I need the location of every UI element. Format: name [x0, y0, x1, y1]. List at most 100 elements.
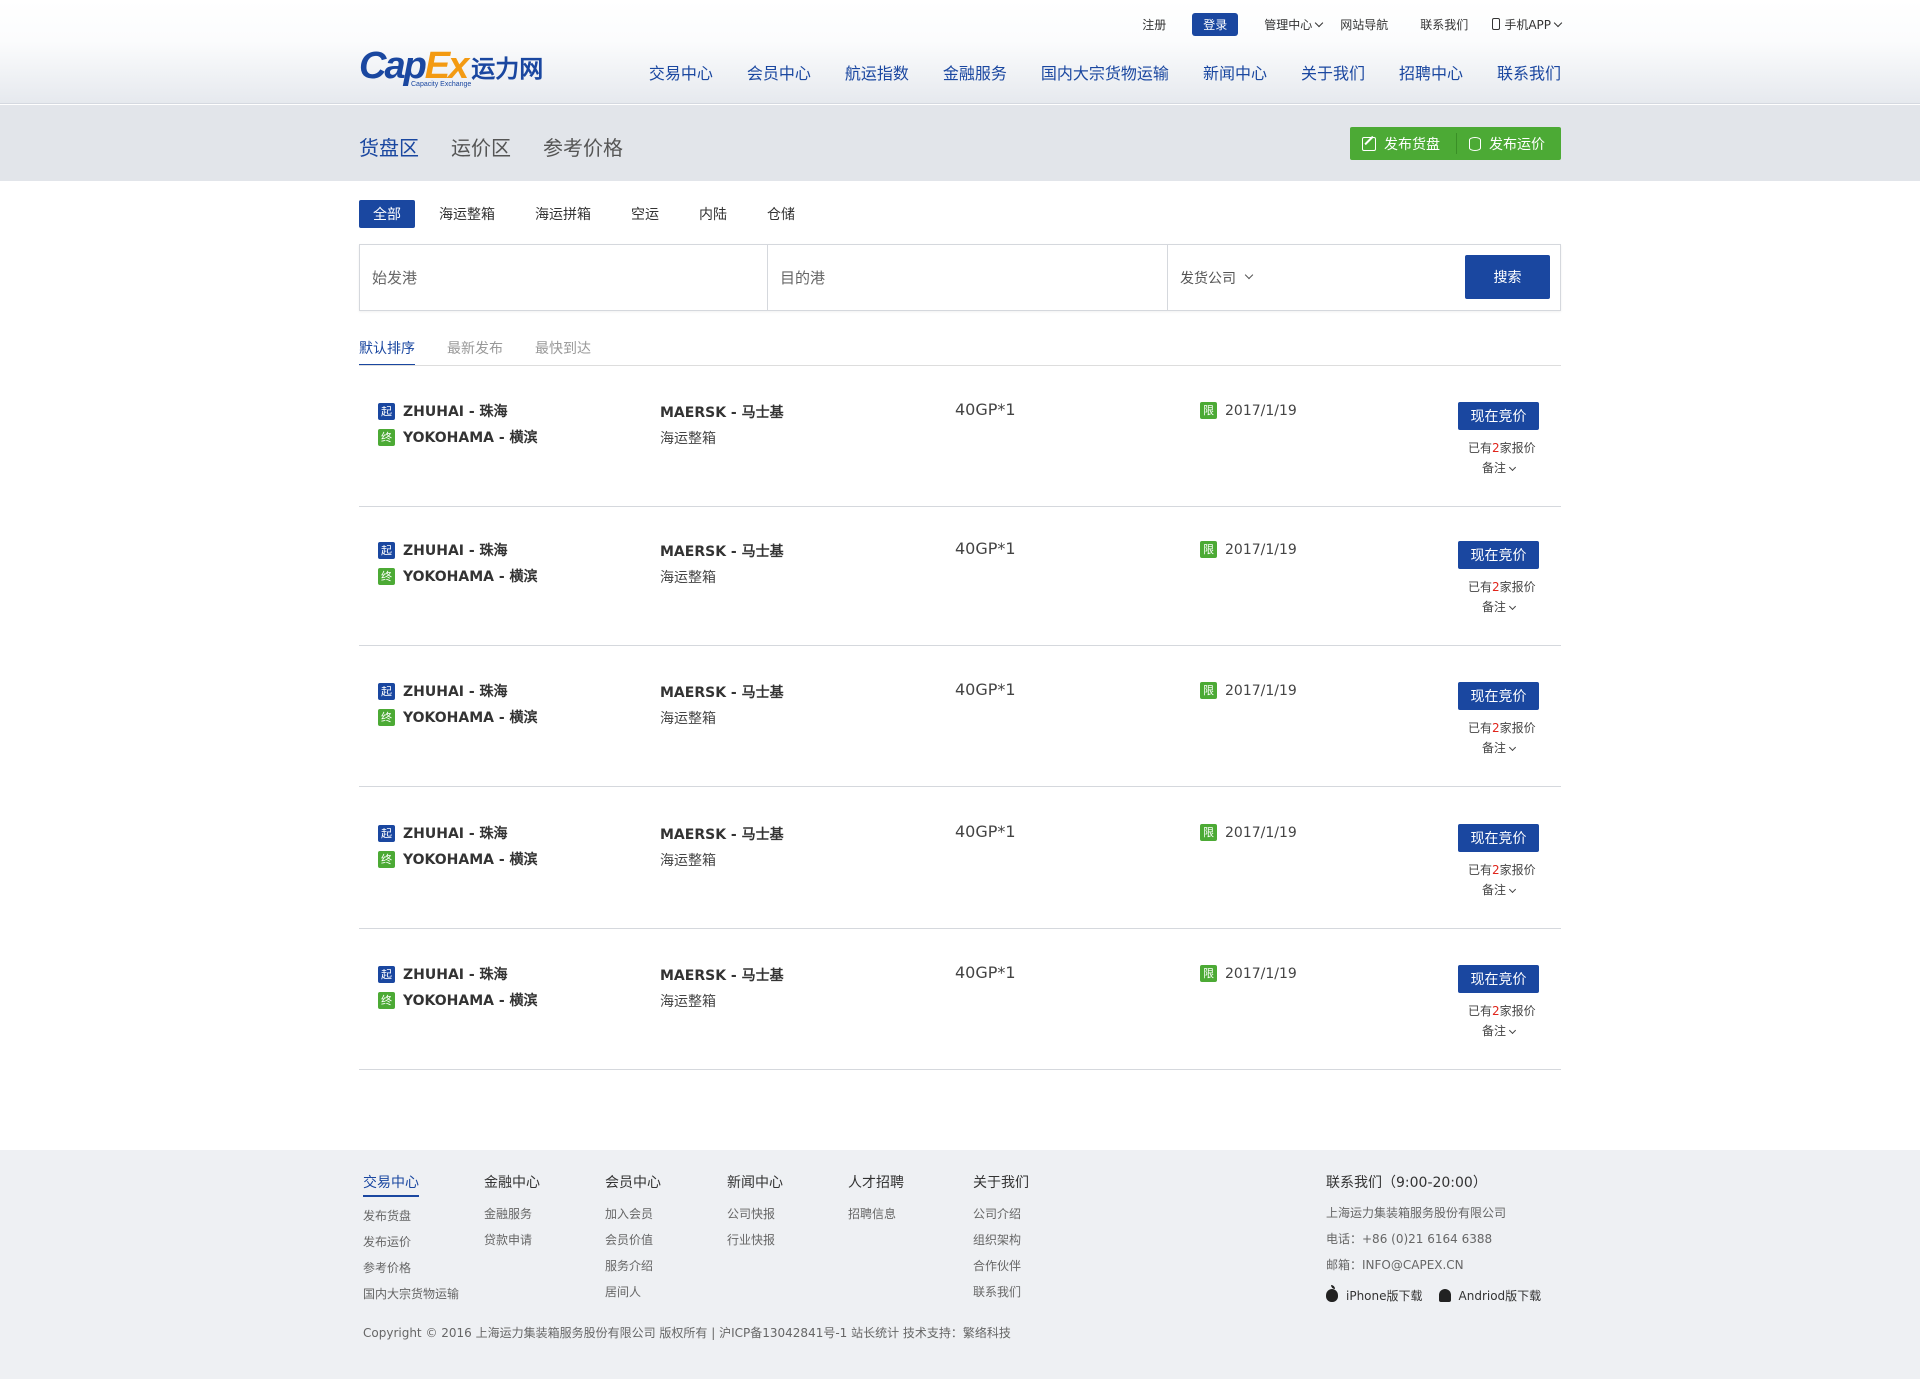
nav-trading-center[interactable]: 交易中心: [649, 60, 713, 84]
footer-column-title[interactable]: 金融中心: [484, 1172, 540, 1195]
nav-shipping-index[interactable]: 航运指数: [845, 60, 909, 84]
footer-link[interactable]: 公司快报: [727, 1205, 783, 1222]
android-download-label: Andriod版下载: [1458, 1289, 1542, 1303]
service-type: 海运整箱: [660, 711, 716, 727]
admin-center-menu[interactable]: 管理中心: [1264, 16, 1324, 33]
memo-toggle[interactable]: 备注: [1482, 459, 1517, 476]
contact-link[interactable]: 联系我们: [1420, 16, 1468, 33]
destination-port-name: YOKOHAMA - 横滨: [403, 430, 538, 446]
filter-all[interactable]: 全部: [359, 200, 415, 228]
contact-email: 邮箱：INFO@CAPEX.CN: [1326, 1258, 1464, 1272]
footer-link[interactable]: 行业快报: [727, 1231, 783, 1248]
start-tag: 起: [378, 824, 395, 842]
footer-link[interactable]: 联系我们: [973, 1283, 1029, 1300]
publish-cargo-button[interactable]: 发布货盘: [1350, 127, 1456, 160]
destination-port-input[interactable]: [780, 268, 1167, 287]
footer-link[interactable]: 合作伙伴: [973, 1257, 1029, 1274]
sort-default[interactable]: 默认排序: [359, 338, 415, 366]
footer-link[interactable]: 公司介绍: [973, 1205, 1029, 1222]
filter-warehouse[interactable]: 仓储: [755, 200, 807, 228]
search-panel: 发货公司 搜索: [359, 244, 1561, 311]
memo-toggle[interactable]: 备注: [1482, 598, 1517, 615]
dest-field-wrap: [768, 245, 1168, 310]
origin-port: 起 ZHUHAI - 珠海: [378, 541, 538, 559]
tab-cargo[interactable]: 货盘区: [359, 132, 419, 188]
footer-link[interactable]: 居间人: [605, 1283, 661, 1300]
filter-air[interactable]: 空运: [619, 200, 671, 228]
footer-link[interactable]: 会员价值: [605, 1231, 661, 1248]
deadline-date: 2017/1/19: [1225, 682, 1297, 699]
origin-port-input[interactable]: [372, 268, 767, 287]
footer-column-title[interactable]: 人才招聘: [848, 1172, 904, 1195]
service-type: 海运整箱: [660, 853, 716, 869]
footer-column-title[interactable]: 交易中心: [363, 1172, 419, 1197]
mobile-app-label: 手机APP: [1504, 18, 1551, 32]
footer-link[interactable]: 贷款申请: [484, 1231, 540, 1248]
chevron-down-icon: [1315, 18, 1324, 28]
bid-now-button[interactable]: 现在竞价: [1458, 965, 1539, 993]
footer-link[interactable]: 招聘信息: [848, 1205, 904, 1222]
bid-now-button[interactable]: 现在竞价: [1458, 541, 1539, 569]
filter-inland[interactable]: 内陆: [687, 200, 739, 228]
footer-contact: 联系我们（9:00-20:00） 上海运力集装箱服务股份有限公司 电话：+86 …: [1326, 1172, 1561, 1304]
footer-column-title[interactable]: 关于我们: [973, 1172, 1029, 1195]
search-button[interactable]: 搜索: [1465, 255, 1550, 299]
nav-domestic-bulk[interactable]: 国内大宗货物运输: [1041, 60, 1169, 84]
category-filters: 全部 海运整箱 海运拼箱 空运 内陆 仓储: [359, 200, 1561, 228]
footer-column: 会员中心加入会员会员价值服务介绍居间人: [605, 1172, 661, 1309]
deadline: 限 2017/1/19: [1200, 682, 1297, 699]
register-link[interactable]: 注册: [1142, 16, 1166, 33]
android-download-link[interactable]: Andriod版下载: [1438, 1287, 1542, 1304]
memo-toggle[interactable]: 备注: [1482, 739, 1517, 756]
origin-port: 起 ZHUHAI - 珠海: [378, 682, 538, 700]
list-item: 起 ZHUHAI - 珠海 终 YOKOHAMA - 横滨 MAERSK - 马士基…: [359, 505, 1561, 646]
footer-link[interactable]: 加入会员: [605, 1205, 661, 1222]
sitemap-link[interactable]: 网站导航: [1340, 16, 1388, 33]
start-tag: 起: [378, 402, 395, 420]
sort-fastest[interactable]: 最快到达: [535, 338, 591, 366]
publish-rate-button[interactable]: 发布运价: [1457, 127, 1561, 160]
filter-sea-lcl[interactable]: 海运拼箱: [523, 200, 603, 228]
nav-news-center[interactable]: 新闻中心: [1203, 60, 1267, 84]
bid-now-button[interactable]: 现在竞价: [1458, 824, 1539, 852]
coins-icon: [1469, 136, 1481, 151]
filter-sea-fcl[interactable]: 海运整箱: [427, 200, 507, 228]
nav-recruitment[interactable]: 招聘中心: [1399, 60, 1463, 84]
footer-column-title[interactable]: 会员中心: [605, 1172, 661, 1195]
footer-column: 人才招聘 招聘信息: [848, 1172, 904, 1231]
publish-buttons: 发布货盘 发布运价: [1350, 127, 1561, 160]
footer-link[interactable]: 国内大宗货物运输: [363, 1285, 459, 1302]
footer-link[interactable]: 发布货盘: [363, 1207, 459, 1224]
site-logo[interactable]: CapEx 运力网 Capacity Exchange: [359, 47, 543, 88]
nav-member-center[interactable]: 会员中心: [747, 60, 811, 84]
tab-freight-rates[interactable]: 运价区: [451, 132, 511, 161]
container-qty: 40GP*1: [955, 822, 1016, 841]
contact-title: 联系我们（9:00-20:00）: [1326, 1175, 1487, 1191]
footer-column-title[interactable]: 新闻中心: [727, 1172, 783, 1195]
iphone-download-link[interactable]: iPhone版下载: [1326, 1285, 1423, 1304]
footer-link[interactable]: 金融服务: [484, 1205, 540, 1222]
sort-newest[interactable]: 最新发布: [447, 338, 503, 366]
footer-link[interactable]: 服务介绍: [605, 1257, 661, 1274]
destination-port-name: YOKOHAMA - 横滨: [403, 852, 538, 868]
destination-port: 终 YOKOHAMA - 横滨: [378, 428, 538, 446]
footer-link[interactable]: 发布运价: [363, 1233, 459, 1250]
footer-link[interactable]: 参考价格: [363, 1259, 459, 1276]
nav-about-us[interactable]: 关于我们: [1301, 60, 1365, 84]
mobile-app-menu[interactable]: 手机APP: [1492, 16, 1563, 33]
bid-now-button[interactable]: 现在竞价: [1458, 402, 1539, 430]
memo-toggle[interactable]: 备注: [1482, 881, 1517, 898]
nav-financial-services[interactable]: 金融服务: [943, 60, 1007, 84]
publish-cargo-label: 发布货盘: [1384, 136, 1440, 153]
login-button[interactable]: 登录: [1192, 13, 1239, 36]
bid-now-button[interactable]: 现在竞价: [1458, 682, 1539, 710]
limit-tag: 限: [1200, 682, 1217, 699]
tab-reference-price[interactable]: 参考价格: [543, 132, 623, 161]
memo-toggle[interactable]: 备注: [1482, 1022, 1517, 1039]
contact-phone: 电话：+86 (0)21 6164 6388: [1326, 1232, 1493, 1246]
nav-contact-us[interactable]: 联系我们: [1497, 60, 1561, 84]
footer-link[interactable]: 组织架构: [973, 1231, 1029, 1248]
deadline-date: 2017/1/19: [1225, 541, 1297, 558]
destination-port: 终 YOKOHAMA - 横滨: [378, 708, 538, 726]
deadline-date: 2017/1/19: [1225, 824, 1297, 841]
